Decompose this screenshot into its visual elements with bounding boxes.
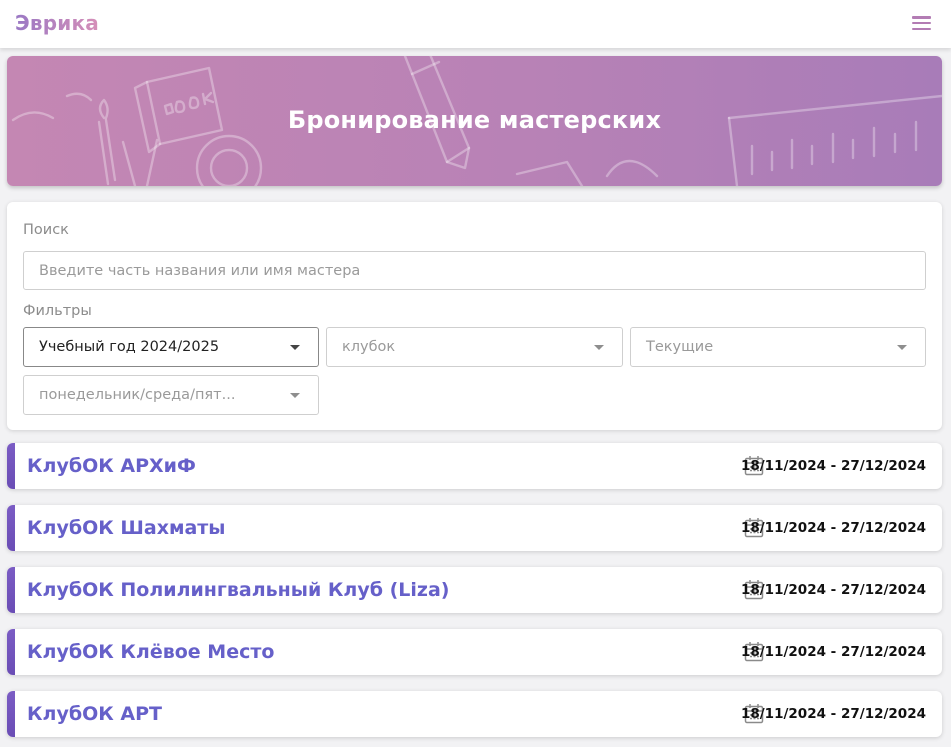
- weekdays-select[interactable]: понедельник/среда/пят...: [23, 375, 319, 415]
- club-dates: 18/11/2024 - 27/12/2024: [740, 582, 926, 598]
- club-card[interactable]: КлубОК Шахматы 18/11/2024 - 27/12/2024: [7, 505, 942, 551]
- club-dates: 18/11/2024 - 27/12/2024: [740, 644, 926, 660]
- caret-down-icon: [594, 345, 604, 350]
- hamburger-menu-icon[interactable]: [912, 16, 931, 32]
- club-dates: 18/11/2024 - 27/12/2024: [740, 706, 926, 722]
- caret-down-icon: [290, 345, 300, 350]
- search-label: Поиск: [23, 222, 69, 238]
- app-logo[interactable]: Эврика: [15, 11, 99, 35]
- period-select[interactable]: Текущие: [630, 327, 926, 367]
- caret-down-icon: [290, 393, 300, 398]
- club-name: КлубОК Клёвое Место: [27, 641, 275, 663]
- club-card[interactable]: КлубОК Клёвое Место 18/11/2024 - 27/12/2…: [7, 629, 942, 675]
- club-card[interactable]: КлубОК АРХиФ 18/11/2024 - 27/12/2024: [7, 443, 942, 489]
- caret-down-icon: [897, 345, 907, 350]
- club-type-value: клубок: [342, 339, 396, 355]
- page-title: Бронирование мастерских: [287, 106, 662, 134]
- search-input[interactable]: [23, 251, 926, 290]
- club-name: КлубОК АРТ: [27, 703, 162, 725]
- filters-panel: Поиск Фильтры Учебный год 2024/2025 клуб…: [7, 202, 942, 430]
- club-name: КлубОК АРХиФ: [27, 455, 196, 477]
- club-type-select[interactable]: клубок: [326, 327, 623, 367]
- club-dates: 18/11/2024 - 27/12/2024: [740, 458, 926, 474]
- top-bar: Эврика: [0, 0, 951, 48]
- period-value: Текущие: [646, 339, 714, 355]
- club-name: КлубОК Шахматы: [27, 517, 226, 539]
- club-dates: 18/11/2024 - 27/12/2024: [740, 520, 926, 536]
- club-card[interactable]: КлубОК Полилингвальный Клуб (Liza) 18/11…: [7, 567, 942, 613]
- club-card[interactable]: КлубОК АРТ 18/11/2024 - 27/12/2024: [7, 691, 942, 737]
- club-name: КлубОК Полилингвальный Клуб (Liza): [27, 579, 450, 601]
- filters-label: Фильтры: [23, 303, 92, 319]
- school-year-select[interactable]: Учебный год 2024/2025: [23, 327, 319, 367]
- school-year-value: Учебный год 2024/2025: [39, 339, 220, 355]
- weekdays-value: понедельник/среда/пят...: [39, 387, 236, 403]
- hero-banner: Бронирование мастерских: [7, 56, 942, 186]
